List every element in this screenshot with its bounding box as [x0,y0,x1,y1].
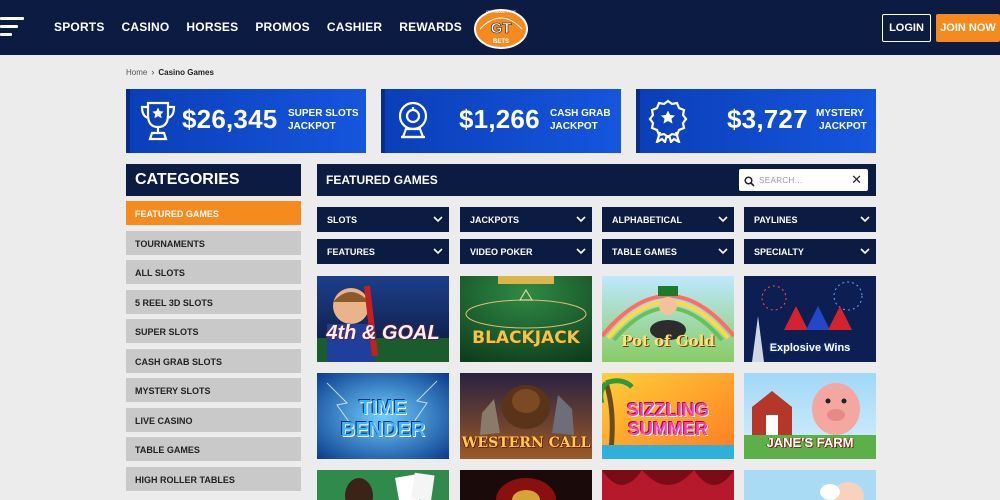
chevron-down-icon [718,215,728,223]
filter-paylines[interactable]: PAYLINES [744,207,876,232]
category-all-slots[interactable]: ALL SLOTS [126,260,301,284]
close-icon[interactable]: ✕ [851,173,862,186]
nav-cashier[interactable]: CASHIER [327,20,382,34]
filter-features[interactable]: FEATURES [317,239,449,264]
category-live-casino[interactable]: LIVE CASINO [126,407,301,432]
filter-video-poker[interactable]: VIDEO POKER [460,239,592,264]
game-artwork [460,470,592,500]
category-high-roller-tables[interactable]: HIGH ROLLER TABLES [126,466,301,491]
game-tile-janes-farm[interactable]: JANE'S FARM [744,373,876,459]
chevron-down-icon [860,247,870,255]
category-featured-games[interactable]: FEATURED GAMES [126,201,301,225]
filter-specialty[interactable]: SPECIALTY [744,239,876,264]
game-tile-explosive-wins[interactable]: Explosive Wins [744,276,876,362]
site-logo[interactable]: IT'S GAME TIME GT BETS [474,5,528,51]
search-input[interactable] [759,172,847,188]
category-tournaments[interactable]: TOURNAMENTS [126,230,301,255]
game-title: WESTERN CALL [461,435,591,451]
game-title: TIME BENDER [340,397,426,441]
jackpot-amount: $26,345 [182,104,278,134]
logo-sub: BETS [493,39,509,45]
search-icon [744,174,755,187]
game-title: Explosive Wins [769,342,851,354]
game-tile-time-bender[interactable]: TIME BENDER [317,373,449,459]
game-title: Pot of Gold [621,332,715,350]
breadcrumb-current: Casino Games [158,67,214,77]
logo-tagline: IT'S GAME TIME [486,9,517,14]
chevron-down-icon [576,215,586,223]
game-tile-cupid[interactable] [744,470,876,500]
chevron-down-icon [433,215,443,223]
chevron-down-icon [433,247,443,255]
category-5-reel-3d-slots[interactable]: 5 REEL 3D SLOTS [126,289,301,314]
game-artwork [317,276,449,362]
game-title: 4th & GOAL [326,322,440,344]
main-nav: SPORTS CASINO HORSES PROMOS CASHIER REWA… [54,20,479,34]
nav-casino[interactable]: CASINO [122,20,170,34]
game-tile-sizzling-summer[interactable]: SIZZLING SUMMER [602,373,734,459]
game-artwork [317,470,449,500]
game-artwork [602,470,734,500]
join-now-button[interactable]: JOIN NOW [936,14,1000,42]
filter-jackpots[interactable]: JACKPOTS [460,207,592,232]
game-tile-blackjack[interactable]: BLACKJACK [460,276,592,362]
game-artwork [744,470,876,500]
jackpot-amount: $3,727 [727,104,808,134]
chevron-down-icon [718,247,728,255]
nav-horses[interactable]: HORSES [186,20,238,34]
jackpot-card-super-slots[interactable]: $26,345 SUPER SLOTS JACKPOT [126,89,366,153]
category-table-games[interactable]: TABLE GAMES [126,437,301,461]
award-ribbon-icon [648,99,688,145]
claw-machine-icon [393,99,433,143]
category-mystery-slots[interactable]: MYSTERY SLOTS [126,378,301,402]
jackpot-label: SUPER SLOTS JACKPOT [288,108,359,132]
breadcrumb-home[interactable]: Home [126,68,147,77]
jackpot-card-mystery[interactable]: $3,727 MYSTERY JACKPOT [636,89,876,153]
nav-rewards[interactable]: REWARDS [399,20,462,34]
chevron-right-icon: › [151,67,155,77]
game-tile-western-call[interactable]: WESTERN CALL [460,373,592,459]
nav-sports[interactable]: SPORTS [54,20,105,34]
jackpot-card-cash-grab[interactable]: $1,266 CASH GRAB JACKPOT [381,89,621,153]
trophy-icon [138,99,178,143]
filter-table-games[interactable]: TABLE GAMES [602,239,734,264]
categories-list: FEATURED GAMES TOURNAMENTS ALL SLOTS 5 R… [126,201,301,496]
chevron-down-icon [576,247,586,255]
top-navigation-bar: SPORTS CASINO HORSES PROMOS CASHIER REWA… [0,0,1000,55]
logo-mark: GT [491,20,512,37]
filter-slots[interactable]: SLOTS [317,207,449,232]
game-tile-4th-and-goal[interactable]: 4th & GOAL [317,276,449,362]
menu-icon[interactable] [0,17,24,37]
login-button[interactable]: LOGIN [882,14,931,42]
nav-promos[interactable]: PROMOS [255,20,310,34]
jackpot-amount: $1,266 [459,104,540,134]
section-title: FEATURED GAMES [326,173,438,187]
chevron-down-icon [860,215,870,223]
game-tile-roulette[interactable] [460,470,592,500]
game-tile-stage[interactable] [602,470,734,500]
category-super-slots[interactable]: SUPER SLOTS [126,319,301,343]
game-artwork [460,276,592,362]
game-title: BLACKJACK [472,328,580,348]
game-search: ✕ [739,169,868,191]
jackpot-label: CASH GRAB JACKPOT [550,108,611,132]
categories-heading: CATEGORIES [126,164,301,196]
game-tile-pot-of-gold[interactable]: Pot of Gold [602,276,734,362]
filter-alphabetical[interactable]: ALPHABETICAL [602,207,734,232]
breadcrumb: Home › Casino Games [126,67,214,77]
category-cash-grab-slots[interactable]: CASH GRAB SLOTS [126,348,301,373]
game-title: JANE'S FARM [766,435,854,450]
game-title: SIZZLING SUMMER [627,400,709,439]
game-tile-live-blackjack[interactable] [317,470,449,500]
jackpot-label: MYSTERY JACKPOT [816,108,867,132]
featured-games-header: FEATURED GAMES ✕ [317,164,876,196]
